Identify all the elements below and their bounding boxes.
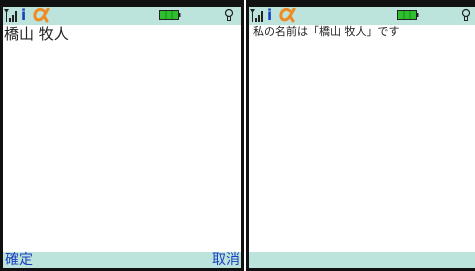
battery-icon	[159, 10, 181, 20]
signal-strength-icon	[250, 9, 263, 22]
appli-alpha-icon	[33, 8, 50, 23]
status-bar: i	[3, 7, 241, 25]
signal-strength-icon	[4, 9, 17, 22]
message-text: 私の名前は「橋山 牧人」です	[253, 25, 400, 38]
imode-icon: i	[267, 6, 273, 24]
left-phone-screen: i 橋山 牧人 確定 取消	[0, 0, 244, 271]
confirm-softkey[interactable]: 確定	[5, 252, 33, 268]
lightbulb-icon	[461, 8, 471, 21]
imode-icon: i	[21, 6, 27, 24]
softkey-bar: 確定 取消	[3, 252, 241, 268]
name-input-text[interactable]: 橋山 牧人	[4, 25, 69, 43]
softkey-bar	[249, 252, 475, 268]
battery-icon	[397, 10, 419, 20]
cancel-softkey[interactable]: 取消	[212, 252, 240, 268]
appli-alpha-icon	[279, 8, 296, 23]
status-bar: i	[249, 7, 475, 25]
lightbulb-icon	[224, 8, 234, 21]
right-phone-screen: i 私の名前は「橋山 牧人」です	[246, 0, 475, 271]
